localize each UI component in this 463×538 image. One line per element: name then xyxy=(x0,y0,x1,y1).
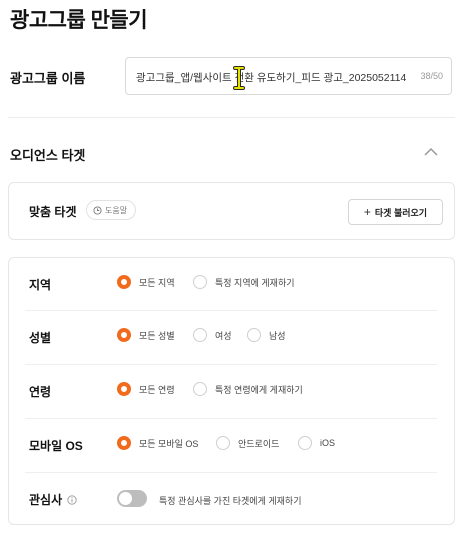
char-count: 38/50 xyxy=(420,71,443,81)
option-label: 특정 연령에게 게재하기 xyxy=(215,384,303,395)
option-label: 모든 지역 xyxy=(139,277,175,288)
import-target-label: 타겟 불러오기 xyxy=(374,207,428,218)
gender-option-female[interactable]: 여성 xyxy=(193,328,232,342)
info-icon[interactable] xyxy=(67,494,77,505)
radio-unselected[interactable] xyxy=(193,382,207,396)
ad-group-name-input[interactable]: 광고그룹_앱/웹사이트 전환 유도하기_피드 광고_20250521143 38… xyxy=(125,57,452,95)
gender-row: 성별 모든 성별 여성 남성 xyxy=(9,311,454,363)
divider xyxy=(8,117,455,118)
page-title: 광고그룹 만들기 xyxy=(10,9,148,32)
text-cursor-icon xyxy=(233,66,245,90)
option-label: 모든 모바일 OS xyxy=(139,438,199,449)
interest-label: 관심사 xyxy=(29,493,63,507)
ad-group-name-label: 광고그룹 이름 xyxy=(10,71,86,86)
radio-selected[interactable] xyxy=(117,382,131,396)
targeting-card: 지역 모든 지역 특정 지역에 게재하기 성별 모든 성별 여성 남성 연령 모… xyxy=(8,257,455,525)
age-option-specific[interactable]: 특정 연령에게 게재하기 xyxy=(193,382,303,396)
gender-option-all[interactable]: 모든 성별 xyxy=(117,328,175,342)
radio-unselected[interactable] xyxy=(193,328,207,342)
help-button[interactable]: 도움말 xyxy=(86,200,137,220)
radio-selected[interactable] xyxy=(117,275,131,289)
option-label: 남성 xyxy=(269,330,286,341)
ad-group-name-row: 광고그룹 이름 광고그룹_앱/웹사이트 전환 유도하기_피드 광고_202505… xyxy=(0,57,463,97)
radio-selected[interactable] xyxy=(117,436,131,450)
region-option-all[interactable]: 모든 지역 xyxy=(117,275,175,289)
interest-toggle-label: 특정 관심사를 가진 타겟에게 게재하기 xyxy=(159,496,302,506)
mobile-os-row: 모바일 OS 모든 모바일 OS 안드로이드 iOS xyxy=(9,419,454,471)
mobile-os-option-android[interactable]: 안드로이드 xyxy=(216,436,279,450)
option-label: 안드로이드 xyxy=(238,438,280,449)
clock-icon xyxy=(93,205,102,215)
option-label: 모든 성별 xyxy=(139,330,175,341)
help-label: 도움말 xyxy=(105,205,128,215)
interest-row: 관심사 특정 관심사를 가진 타겟에게 게재하기 xyxy=(9,473,454,525)
toggle-knob xyxy=(119,492,132,505)
radio-unselected[interactable] xyxy=(247,328,261,342)
option-label: 특정 지역에 게재하기 xyxy=(215,277,295,288)
option-label: 여성 xyxy=(215,330,232,341)
interest-label-group: 관심사 xyxy=(29,491,77,508)
mobile-os-option-ios[interactable]: iOS xyxy=(298,436,335,450)
radio-selected[interactable] xyxy=(117,328,131,342)
gender-label: 성별 xyxy=(29,331,52,345)
mobile-os-label: 모바일 OS xyxy=(29,439,83,453)
plus-icon: + xyxy=(363,205,371,219)
mobile-os-option-all[interactable]: 모든 모바일 OS xyxy=(117,436,198,450)
chevron-up-icon[interactable] xyxy=(420,143,442,161)
option-label: 모든 연령 xyxy=(139,384,175,395)
age-option-all[interactable]: 모든 연령 xyxy=(117,382,175,396)
interest-toggle[interactable] xyxy=(117,490,147,507)
age-row: 연령 모든 연령 특정 연령에게 게재하기 xyxy=(9,365,454,417)
option-label: iOS xyxy=(320,438,336,448)
gender-option-male[interactable]: 남성 xyxy=(247,328,286,342)
radio-unselected[interactable] xyxy=(298,436,312,450)
match-target-card: 맞춤 타겟 도움말 + 타겟 불러오기 xyxy=(8,182,455,240)
ad-group-name-value[interactable]: 광고그룹_앱/웹사이트 전환 유도하기_피드 광고_20250521143 xyxy=(136,70,406,85)
region-label: 지역 xyxy=(29,278,52,292)
region-row: 지역 모든 지역 특정 지역에 게재하기 xyxy=(9,258,454,310)
match-target-label: 맞춤 타겟 xyxy=(29,205,77,219)
import-target-button[interactable]: + 타겟 불러오기 xyxy=(348,199,443,225)
audience-section-title: 오디언스 타겟 xyxy=(10,148,86,163)
age-label: 연령 xyxy=(29,385,52,399)
region-option-specific[interactable]: 특정 지역에 게재하기 xyxy=(193,275,295,289)
radio-unselected[interactable] xyxy=(193,275,207,289)
radio-unselected[interactable] xyxy=(216,436,230,450)
